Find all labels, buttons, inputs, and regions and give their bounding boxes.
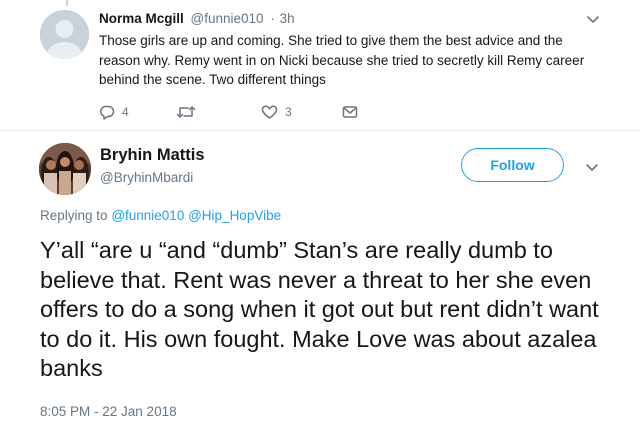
tweet-text: Y’all “are u “and “dumb” Stan’s are real… xyxy=(40,237,599,381)
retweet-action[interactable] xyxy=(176,102,196,122)
reply-icon xyxy=(100,105,115,120)
direct-message-icon xyxy=(342,106,358,118)
reply-tweet-header: Norma Mcgill @funnie010 · 3h xyxy=(99,11,295,26)
reply-tweet-text: Those girls are up and coming. She tried… xyxy=(99,33,585,87)
author-name[interactable]: Norma Mcgill xyxy=(99,11,184,26)
meta-separator: · xyxy=(270,11,275,26)
chevron-down-icon[interactable] xyxy=(586,12,600,26)
replying-to-line: Replying to @funnie010 @Hip_HopVibe xyxy=(40,208,281,223)
replying-to-label: Replying to xyxy=(40,208,108,223)
replying-to-link[interactable]: @Hip_HopVibe xyxy=(188,208,281,223)
reply-action[interactable]: 4 xyxy=(99,102,129,122)
like-icon xyxy=(261,105,278,119)
thread-connector-line xyxy=(66,0,68,6)
like-action[interactable]: 3 xyxy=(261,102,292,122)
avatar[interactable] xyxy=(40,10,89,59)
like-count: 3 xyxy=(285,105,292,119)
author-handle[interactable]: @BryhinMbardi xyxy=(100,170,193,185)
reply-count: 4 xyxy=(122,105,129,119)
tweet-time-ago[interactable]: 3h xyxy=(280,11,295,26)
direct-message-action[interactable] xyxy=(342,102,358,122)
tweet-divider xyxy=(0,130,640,131)
follow-button[interactable]: Follow xyxy=(461,148,564,182)
avatar[interactable] xyxy=(39,143,91,195)
profile-photo xyxy=(39,143,91,195)
replying-to-link[interactable]: @funnie010 xyxy=(111,208,184,223)
tweet-timestamp[interactable]: 8:05 PM - 22 Jan 2018 xyxy=(40,404,177,419)
author-name[interactable]: Bryhin Mattis xyxy=(100,146,205,165)
default-avatar-icon xyxy=(40,10,89,59)
author-handle[interactable]: @funnie010 xyxy=(191,11,264,26)
retweet-icon xyxy=(176,106,196,118)
chevron-down-icon[interactable] xyxy=(585,160,599,174)
